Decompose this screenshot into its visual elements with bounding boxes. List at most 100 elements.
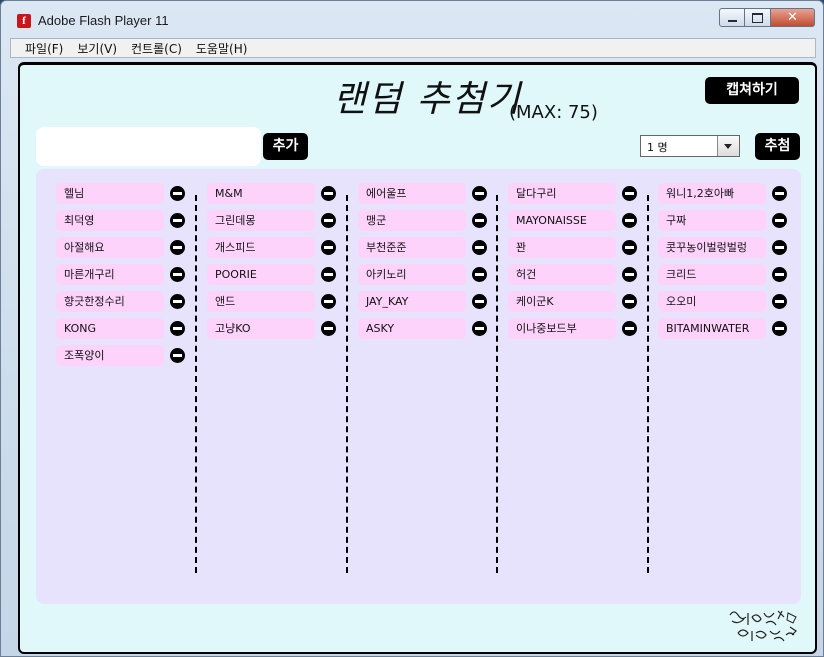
flash-player-window: f Adobe Flash Player 11 ✕ 파일(F) 보기(V) 컨트…: [0, 0, 824, 657]
name-item: 오오미: [658, 291, 808, 312]
minus-circle-icon[interactable]: [472, 240, 487, 255]
minus-circle-icon[interactable]: [321, 321, 336, 336]
chevron-down-icon[interactable]: [717, 136, 739, 156]
draw-button[interactable]: 추첨: [755, 133, 800, 160]
menu-bar: 파일(F) 보기(V) 컨트롤(C) 도움말(H): [10, 38, 816, 58]
menu-control[interactable]: 컨트롤(C): [131, 40, 182, 57]
minus-circle-icon[interactable]: [622, 213, 637, 228]
name-item: 개스피드: [207, 237, 357, 258]
minus-circle-icon[interactable]: [170, 240, 185, 255]
minus-circle-icon[interactable]: [772, 321, 787, 336]
name-item: 크리드: [658, 264, 808, 285]
minus-circle-icon[interactable]: [170, 267, 185, 282]
maximize-button[interactable]: [745, 8, 771, 27]
name-item: 아키노리: [358, 264, 508, 285]
name-label: 개스피드: [207, 237, 315, 258]
minus-circle-icon[interactable]: [170, 348, 185, 363]
minus-circle-icon[interactable]: [772, 267, 787, 282]
minus-circle-icon[interactable]: [170, 321, 185, 336]
minus-circle-icon[interactable]: [170, 186, 185, 201]
name-item: MAYONAISSE: [508, 210, 658, 231]
logo: [729, 610, 797, 642]
minus-circle-icon[interactable]: [472, 213, 487, 228]
name-label: 그린데몽: [207, 210, 315, 231]
add-button[interactable]: 추가: [263, 133, 308, 160]
name-label: M&M: [207, 183, 315, 204]
minus-circle-icon[interactable]: [772, 240, 787, 255]
name-label: 마른개구리: [56, 264, 164, 285]
name-label: JAY_KAY: [358, 291, 466, 312]
name-item: 조폭양이: [56, 345, 206, 366]
name-item: ASKY: [358, 318, 508, 339]
name-label: 조폭양이: [56, 345, 164, 366]
minus-circle-icon[interactable]: [170, 213, 185, 228]
name-input[interactable]: [36, 127, 261, 166]
name-item: KONG: [56, 318, 206, 339]
name-label: 케이군K: [508, 291, 616, 312]
minus-circle-icon[interactable]: [772, 294, 787, 309]
name-column: 헬님최덕영아절해요마른개구리향긋한정수리 KONG 조폭양이: [56, 183, 206, 372]
name-column: 워니1,2호아빠구짜콧꾸농이벌렁벌렁크리드오오미 BITAMINWATER: [658, 183, 808, 345]
name-label: 부천준준: [358, 237, 466, 258]
name-label: 앤드: [207, 291, 315, 312]
close-button[interactable]: ✕: [771, 8, 815, 27]
window-title: Adobe Flash Player 11: [38, 13, 169, 28]
minus-circle-icon[interactable]: [622, 240, 637, 255]
name-item: 허건: [508, 264, 658, 285]
name-item: POORIE: [207, 264, 357, 285]
minus-circle-icon[interactable]: [772, 186, 787, 201]
capture-button[interactable]: 캡쳐하기: [705, 77, 799, 104]
minus-circle-icon[interactable]: [321, 267, 336, 282]
name-label: 이나중보드부: [508, 318, 616, 339]
name-label: 워니1,2호아빠: [658, 183, 766, 204]
minus-circle-icon[interactable]: [622, 186, 637, 201]
name-label: 아키노리: [358, 264, 466, 285]
name-item: 최덕영: [56, 210, 206, 231]
name-label: 오오미: [658, 291, 766, 312]
name-label: 아절해요: [56, 237, 164, 258]
name-label: MAYONAISSE: [508, 210, 616, 231]
name-item: 케이군K: [508, 291, 658, 312]
name-column: 에어울프맹군부천준준아키노리 JAY_KAY ASKY: [358, 183, 508, 345]
minus-circle-icon[interactable]: [472, 294, 487, 309]
minus-circle-icon[interactable]: [321, 240, 336, 255]
flash-content-area: 랜덤 추첨기 (MAX: 75) 캡쳐하기 추가 1 명 추첨 헬님 최덕영 아절해…: [18, 62, 817, 654]
menu-file[interactable]: 파일(F): [25, 40, 63, 57]
name-label: 콧꾸농이벌렁벌렁: [658, 237, 766, 258]
count-select[interactable]: 1 명: [640, 135, 740, 157]
name-item: 맹군: [358, 210, 508, 231]
name-label: 고냥KO: [207, 318, 315, 339]
minus-circle-icon[interactable]: [472, 267, 487, 282]
name-item: BITAMINWATER: [658, 318, 808, 339]
minus-circle-icon[interactable]: [170, 294, 185, 309]
name-item: 부천준준: [358, 237, 508, 258]
name-label: 달다구리: [508, 183, 616, 204]
name-item: 헬님: [56, 183, 206, 204]
menu-help[interactable]: 도움말(H): [196, 40, 248, 57]
name-item: 마른개구리: [56, 264, 206, 285]
menu-view[interactable]: 보기(V): [77, 40, 117, 57]
name-item: 달다구리: [508, 183, 658, 204]
name-label: 에어울프: [358, 183, 466, 204]
minimize-icon: [728, 20, 737, 22]
name-label: 헬님: [56, 183, 164, 204]
name-item: M&M: [207, 183, 357, 204]
minus-circle-icon[interactable]: [622, 267, 637, 282]
name-label: KONG: [56, 318, 164, 339]
name-item: 구짜: [658, 210, 808, 231]
name-label: 맹군: [358, 210, 466, 231]
name-item: 꽌: [508, 237, 658, 258]
minus-circle-icon[interactable]: [472, 186, 487, 201]
name-item: 향긋한정수리: [56, 291, 206, 312]
name-label: BITAMINWATER: [658, 318, 766, 339]
minus-circle-icon[interactable]: [321, 186, 336, 201]
minus-circle-icon[interactable]: [472, 321, 487, 336]
name-column: 달다구리 MAYONAISSE 꽌허건케이군K 이나중보드부: [508, 183, 658, 345]
minus-circle-icon[interactable]: [321, 294, 336, 309]
minus-circle-icon[interactable]: [321, 213, 336, 228]
minimize-button[interactable]: [719, 8, 745, 27]
name-item: JAY_KAY: [358, 291, 508, 312]
minus-circle-icon[interactable]: [772, 213, 787, 228]
minus-circle-icon[interactable]: [622, 294, 637, 309]
minus-circle-icon[interactable]: [622, 321, 637, 336]
